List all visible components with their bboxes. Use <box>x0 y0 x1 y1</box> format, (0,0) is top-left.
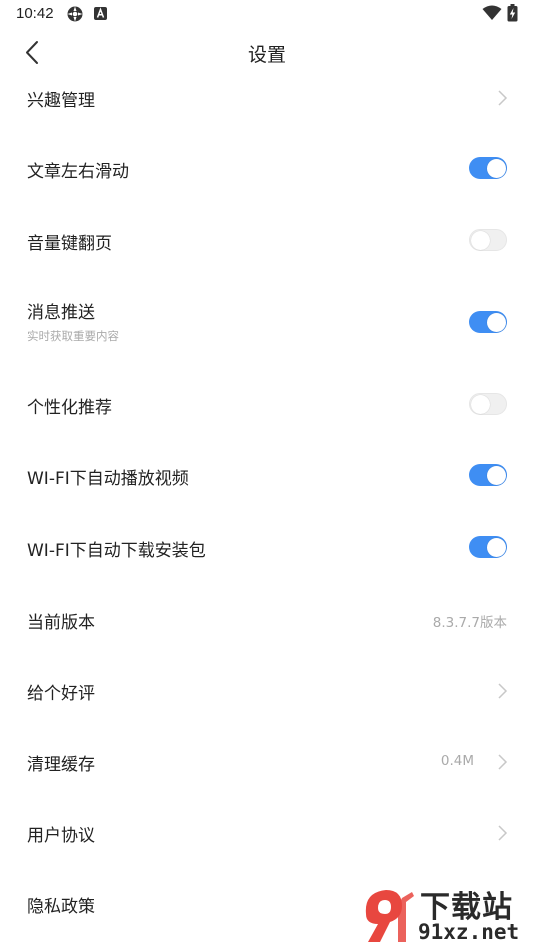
setting-row-wifi-auto-download[interactable]: WI-FI下自动下载安装包 <box>0 510 534 581</box>
setting-label: 清理缓存 <box>27 755 95 775</box>
setting-row-clear-cache[interactable]: 清理缓存 0.4M <box>0 723 534 794</box>
setting-label: 给个好评 <box>27 684 95 704</box>
setting-label: 用户协议 <box>27 826 95 846</box>
setting-row-user-agreement[interactable]: 用户协议 <box>0 794 534 865</box>
toggle-switch[interactable] <box>469 393 507 415</box>
toggle-switch[interactable] <box>469 536 507 558</box>
setting-label: WI-FI下自动播放视频 <box>27 469 189 489</box>
setting-label: 兴趣管理 <box>27 91 95 111</box>
setting-row-current-version: 当前版本 8.3.7.7版本 <box>0 581 534 652</box>
setting-row-wifi-autoplay-video[interactable]: WI-FI下自动播放视频 <box>0 439 534 510</box>
setting-row-article-swipe[interactable]: 文章左右滑动 <box>0 133 534 204</box>
chevron-right-icon <box>498 683 508 699</box>
chevron-right-icon <box>498 825 508 841</box>
status-bar: 10:42 <box>0 0 534 28</box>
setting-label: 当前版本 <box>27 613 95 633</box>
setting-label: 消息推送 <box>27 303 95 323</box>
gear-flower-icon <box>67 6 83 22</box>
setting-label: 音量键翻页 <box>27 234 112 254</box>
version-value: 8.3.7.7版本 <box>432 615 507 631</box>
a-box-icon <box>94 7 107 20</box>
toggle-switch[interactable] <box>469 464 507 486</box>
watermark-logo-icon <box>365 890 414 942</box>
toggle-switch[interactable] <box>469 311 507 333</box>
setting-label: WI-FI下自动下载安装包 <box>27 541 206 561</box>
chevron-right-icon <box>498 754 508 770</box>
setting-label: 文章左右滑动 <box>27 162 129 182</box>
setting-subtitle: 实时获取重要内容 <box>27 329 119 343</box>
watermark: 下载站 91xz.net <box>354 880 534 950</box>
setting-row-push-notifications[interactable]: 消息推送 实时获取重要内容 <box>0 275 534 367</box>
setting-row-rate-app[interactable]: 给个好评 <box>0 652 534 723</box>
setting-row-volume-key-page[interactable]: 音量键翻页 <box>0 204 534 275</box>
status-time: 10:42 <box>16 5 54 22</box>
setting-label: 隐私政策 <box>27 897 95 917</box>
setting-row-personalized-recommendation[interactable]: 个性化推荐 <box>0 368 534 439</box>
cache-size-value: 0.4M <box>440 753 474 769</box>
setting-label: 个性化推荐 <box>27 398 112 418</box>
watermark-url: 91xz.net <box>418 920 520 944</box>
toggle-switch[interactable] <box>469 229 507 251</box>
battery-charging-icon <box>507 4 518 22</box>
chevron-right-icon <box>498 90 508 106</box>
wifi-icon <box>482 5 502 20</box>
toggle-switch[interactable] <box>469 157 507 179</box>
setting-row-interest-management[interactable]: 兴趣管理 <box>0 62 534 133</box>
